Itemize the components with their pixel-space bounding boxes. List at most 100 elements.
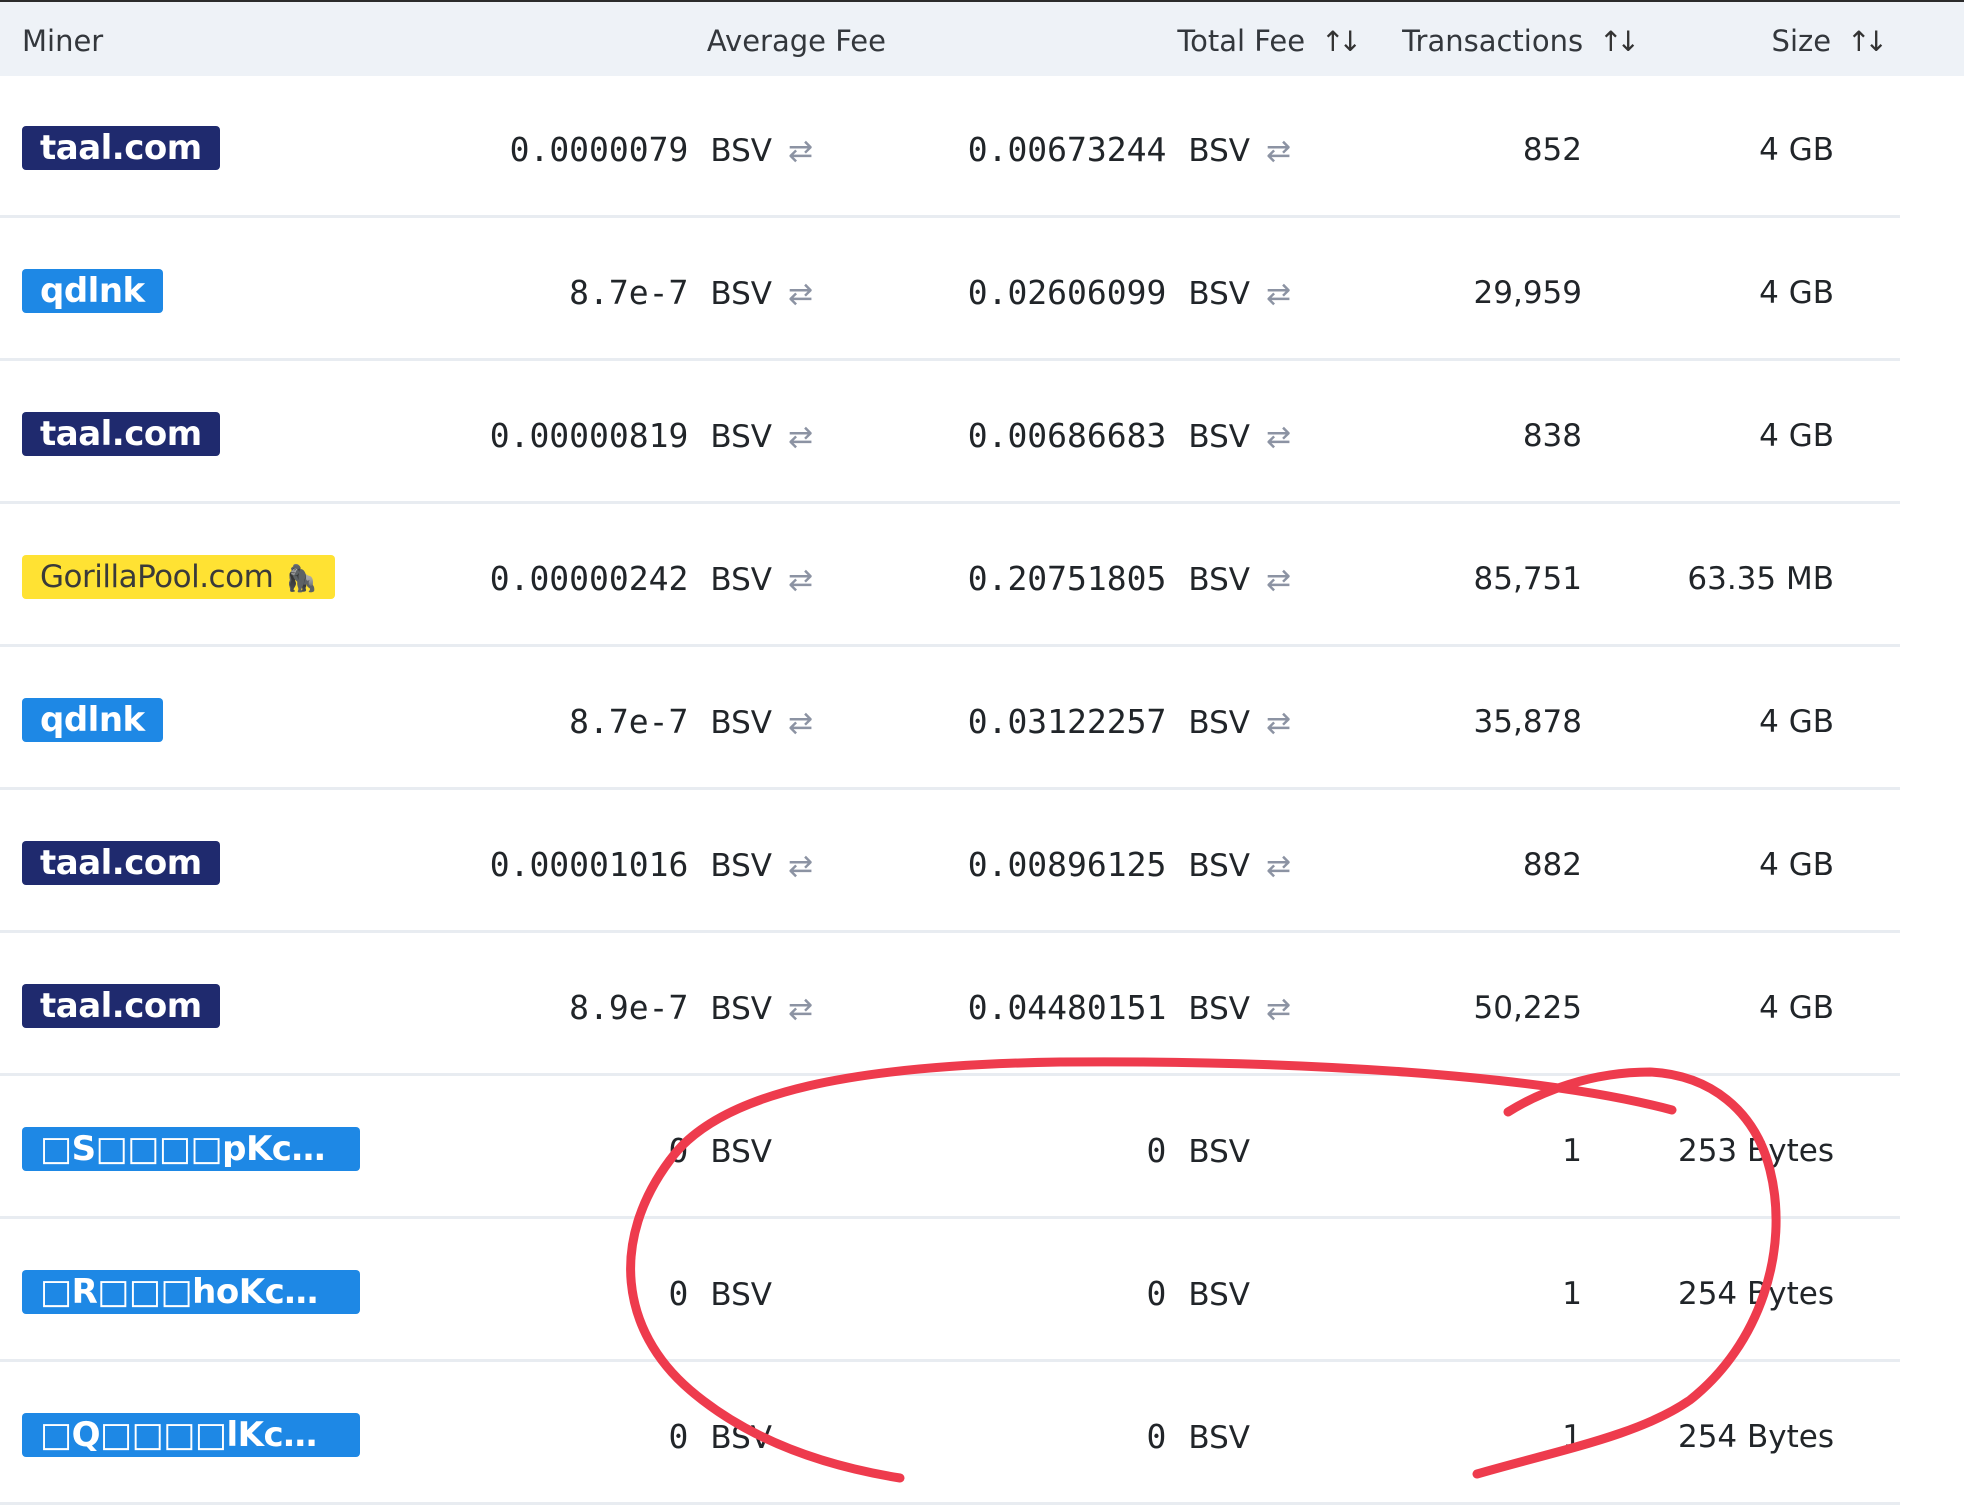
average-fee-unit: BSV	[710, 705, 772, 741]
convert-currency-icon[interactable]: ⇄	[1266, 364, 1300, 512]
total-fee-unit: BSV	[1188, 1277, 1250, 1313]
transactions-cell: 50,225	[1473, 990, 1582, 1026]
table-row[interactable]: taal.com 0.0000079 BSV ⇄ 0.00673244 BSV ⇄ 85…	[0, 76, 1900, 218]
total-fee-unit: BSV	[1188, 562, 1250, 598]
table-header: Miner Average Fee Total Fee ↑↓ Transactio…	[0, 2, 1964, 76]
header-total-fee[interactable]: Total Fee ↑↓	[1177, 2, 1362, 76]
miner-badge[interactable]: taal.com	[22, 126, 220, 170]
convert-currency-icon[interactable]: ⇄	[1266, 650, 1300, 798]
total-fee-cell: 0.00896125 BSV ⇄	[968, 791, 1300, 933]
total-fee-value: 0.20751805	[967, 559, 1167, 598]
total-fee-unit: BSV	[1188, 991, 1250, 1027]
miner-name: □R□□□hoKc□□□m...	[40, 1272, 360, 1312]
table-row[interactable]: □S□□□□pKc□□□mm... 0 BSV 0 BSV 1 253 Bytes	[0, 1077, 1900, 1219]
size-cell: 63.35 MB	[1687, 561, 1834, 597]
miner-fee-table: Miner Average Fee Total Fee ↑↓ Transactio…	[0, 0, 1964, 1512]
sort-arrows-icon[interactable]: ↑↓	[1599, 3, 1640, 81]
miner-name: qdlnk	[40, 700, 145, 740]
sort-arrows-icon[interactable]: ↑↓	[1321, 3, 1362, 81]
average-fee-cell: 0.00000819 BSV ⇄	[490, 362, 822, 504]
miner-badge[interactable]: taal.com	[22, 412, 220, 456]
total-fee-unit: BSV	[1188, 419, 1250, 455]
average-fee-cell: 0 BSV	[669, 1077, 822, 1219]
miner-badge[interactable]: □R□□□hoKc□□□m...	[22, 1270, 360, 1314]
total-fee-cell: 0.00686683 BSV ⇄	[968, 362, 1300, 504]
table-row[interactable]: □Q□□□□lKc□□□mm... 0 BSV 0 BSV 1 254 Bytes	[0, 1363, 1900, 1505]
header-total-fee-label: Total Fee	[1177, 24, 1306, 58]
average-fee-value: 0	[668, 1131, 689, 1170]
miner-name: qdlnk	[40, 271, 145, 311]
miner-badge[interactable]: qdlnk	[22, 269, 163, 313]
average-fee-cell: 0 BSV	[669, 1220, 822, 1362]
average-fee-value: 0.00001016	[489, 845, 689, 884]
total-fee-cell: 0.03122257 BSV ⇄	[968, 648, 1300, 790]
miner-name: □Q□□□□lKc□□□mm...	[40, 1415, 360, 1455]
header-average-fee-label: Average Fee	[706, 24, 886, 58]
average-fee-cell: 8.7e-7 BSV ⇄	[569, 219, 822, 361]
average-fee-cell: 8.7e-7 BSV ⇄	[569, 648, 822, 790]
average-fee-value: 0.00000242	[489, 559, 689, 598]
header-transactions-label: Transactions	[1402, 24, 1584, 58]
header-size-label: Size	[1771, 24, 1832, 58]
total-fee-cell: 0 BSV	[1147, 1220, 1300, 1362]
convert-currency-icon[interactable]: ⇄	[1266, 507, 1300, 655]
table-row[interactable]: qdlnk 8.7e-7 BSV ⇄ 0.02606099 BSV ⇄ 29,959 4…	[0, 219, 1900, 361]
table-row[interactable]: taal.com 0.00000819 BSV ⇄ 0.00686683 BSV ⇄ 8…	[0, 362, 1900, 504]
convert-currency-icon[interactable]: ⇄	[788, 78, 822, 226]
total-fee-unit: BSV	[1188, 705, 1250, 741]
table-row[interactable]: □R□□□hoKc□□□m... 0 BSV 0 BSV 1 254 Bytes	[0, 1220, 1900, 1362]
table-row[interactable]: GorillaPool.com 🦍 0.00000242 BSV ⇄ 0.207518…	[0, 505, 1900, 647]
size-cell: 254 Bytes	[1677, 1276, 1834, 1312]
total-fee-cell: 0 BSV	[1147, 1363, 1300, 1505]
sort-arrows-icon[interactable]: ↑↓	[1847, 3, 1888, 81]
size-cell: 254 Bytes	[1677, 1419, 1834, 1455]
average-fee-unit: BSV	[710, 133, 772, 169]
size-cell: 4 GB	[1759, 418, 1834, 454]
convert-currency-icon[interactable]: ⇄	[1266, 793, 1300, 941]
convert-currency-icon[interactable]: ⇄	[788, 364, 822, 512]
header-miner-label: Miner	[22, 24, 104, 58]
table-row[interactable]: taal.com 0.00001016 BSV ⇄ 0.00896125 BSV ⇄ 8…	[0, 791, 1900, 933]
header-size[interactable]: Size ↑↓	[1771, 2, 1888, 76]
miner-badge[interactable]: taal.com	[22, 984, 220, 1028]
convert-currency-icon[interactable]: ⇄	[788, 650, 822, 798]
miner-badge[interactable]: taal.com	[22, 841, 220, 885]
transactions-cell: 882	[1522, 847, 1582, 883]
average-fee-unit: BSV	[710, 991, 772, 1027]
average-fee-unit: BSV	[710, 1277, 772, 1313]
transactions-cell: 838	[1522, 418, 1582, 454]
convert-currency-icon[interactable]: ⇄	[788, 507, 822, 655]
total-fee-cell: 0.02606099 BSV ⇄	[968, 219, 1300, 361]
miner-badge[interactable]: qdlnk	[22, 698, 163, 742]
total-fee-value: 0.00686683	[967, 416, 1167, 455]
convert-currency-icon[interactable]: ⇄	[788, 936, 822, 1084]
convert-currency-icon[interactable]: ⇄	[788, 221, 822, 369]
convert-currency-icon[interactable]: ⇄	[1266, 78, 1300, 226]
total-fee-cell: 0.04480151 BSV ⇄	[968, 934, 1300, 1076]
total-fee-cell: 0 BSV	[1147, 1077, 1300, 1219]
average-fee-unit: BSV	[710, 276, 772, 312]
miner-badge[interactable]: GorillaPool.com 🦍	[22, 555, 336, 599]
table-row[interactable]: taal.com 8.9e-7 BSV ⇄ 0.04480151 BSV ⇄ 50,22…	[0, 934, 1900, 1076]
convert-currency-icon[interactable]: ⇄	[788, 793, 822, 941]
miner-name: taal.com	[40, 843, 202, 883]
transactions-cell: 852	[1522, 132, 1582, 168]
header-transactions[interactable]: Transactions ↑↓	[1402, 2, 1640, 76]
gorilla-icon: 🦍	[285, 564, 318, 594]
average-fee-cell: 0.00000242 BSV ⇄	[490, 505, 822, 647]
transactions-cell: 35,878	[1473, 704, 1582, 740]
table-row[interactable]: qdlnk 8.7e-7 BSV ⇄ 0.03122257 BSV ⇄ 35,878 4…	[0, 648, 1900, 790]
convert-currency-icon[interactable]: ⇄	[1266, 221, 1300, 369]
average-fee-value: 8.9e-7	[569, 988, 689, 1027]
average-fee-value: 8.7e-7	[569, 273, 689, 312]
size-cell: 4 GB	[1759, 704, 1834, 740]
transactions-cell: 29,959	[1473, 275, 1582, 311]
average-fee-cell: 8.9e-7 BSV ⇄	[569, 934, 822, 1076]
miner-badge[interactable]: □Q□□□□lKc□□□mm...	[22, 1413, 360, 1457]
total-fee-unit: BSV	[1188, 133, 1250, 169]
convert-currency-icon[interactable]: ⇄	[1266, 936, 1300, 1084]
miner-badge[interactable]: □S□□□□pKc□□□mm...	[22, 1127, 360, 1171]
average-fee-value: 0.0000079	[509, 130, 689, 169]
total-fee-cell: 0.20751805 BSV ⇄	[968, 505, 1300, 647]
average-fee-cell: 0.00001016 BSV ⇄	[490, 791, 822, 933]
